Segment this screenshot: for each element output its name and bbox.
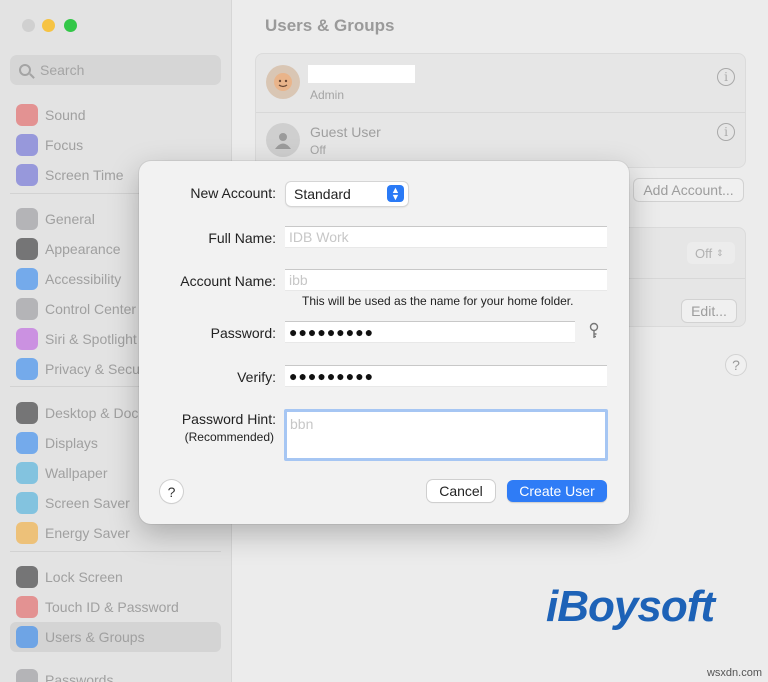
- password-value: ●●●●●●●●●: [289, 324, 375, 340]
- account-type-popup[interactable]: Standard ▲ ▼: [286, 182, 408, 206]
- sidebar-item-label: Touch ID & Password: [45, 599, 179, 615]
- sidebar-item-label: Passwords: [45, 672, 114, 682]
- siri-icon: [16, 328, 38, 350]
- focus-icon: [16, 134, 38, 156]
- password-hint-label: Password Hint:: [181, 411, 276, 427]
- password-label: Password:: [210, 325, 276, 341]
- sidebar-item-label: Desktop & Dock: [45, 405, 146, 421]
- sidebar-item-users-groups[interactable]: Users & Groups: [10, 622, 221, 652]
- account-name-placeholder: ibb: [289, 272, 308, 288]
- sidebar-item-label: General: [45, 211, 95, 227]
- account-name-field[interactable]: ibb: [285, 269, 607, 291]
- new-account-label: New Account:: [190, 185, 276, 201]
- full-name-field[interactable]: IDB Work: [285, 226, 607, 248]
- dialog-help-button[interactable]: ?: [160, 480, 183, 503]
- sidebar-item-label: Sound: [45, 107, 86, 123]
- popup-arrows-icon: ▲ ▼: [387, 185, 404, 202]
- minimize-window-button[interactable]: [42, 19, 55, 32]
- guest-user-name: Guest User: [310, 124, 381, 140]
- accessibility-icon: [16, 268, 38, 290]
- sidebar-item-label: Lock Screen: [45, 569, 123, 585]
- screen-time-icon: [16, 164, 38, 186]
- password-field[interactable]: ●●●●●●●●●: [285, 321, 575, 343]
- add-account-button[interactable]: Add Account...: [633, 178, 744, 202]
- account-type-value: Standard: [294, 186, 351, 202]
- sidebar-item-focus[interactable]: Focus: [10, 130, 221, 160]
- auto-login-popup[interactable]: Off ⇕: [687, 242, 735, 264]
- sidebar-item-passwords[interactable]: Passwords: [10, 665, 221, 682]
- sidebar-item-label: Displays: [45, 435, 98, 451]
- iboysoft-logo: iBoysoft: [546, 582, 715, 631]
- general-icon: [16, 208, 38, 230]
- full-name-label: Full Name:: [208, 230, 276, 246]
- sidebar-item-sound[interactable]: Sound: [10, 100, 221, 130]
- system-settings-window: Search Sound Focus Screen Time General Appea…: [0, 0, 768, 682]
- account-name-note: This will be used as the name for your h…: [302, 294, 574, 308]
- admin-avatar: [266, 65, 300, 99]
- memoji-icon: [274, 73, 292, 91]
- admin-role: Admin: [310, 88, 345, 102]
- sidebar-item-label: Screen Time: [45, 167, 124, 183]
- person-icon: [275, 133, 291, 149]
- screen-saver-icon: [16, 492, 38, 514]
- verify-value: ●●●●●●●●●: [289, 368, 375, 384]
- desktop-dock-icon: [16, 402, 38, 424]
- divider: [256, 112, 745, 113]
- guest-user-status: Off: [310, 143, 326, 157]
- energy-saver-icon: [16, 522, 38, 544]
- appearance-icon: [16, 238, 38, 260]
- page-title: Users & Groups: [265, 16, 395, 35]
- cancel-button[interactable]: Cancel: [427, 480, 495, 502]
- sidebar-item-label: Wallpaper: [45, 465, 108, 481]
- sidebar-item-label: Users & Groups: [45, 629, 145, 645]
- sidebar-item-lock-screen[interactable]: Lock Screen: [10, 562, 221, 592]
- verify-label: Verify:: [237, 369, 276, 385]
- lock-screen-icon: [16, 566, 38, 588]
- users-groups-icon: [16, 626, 38, 648]
- password-hint-field[interactable]: bbn: [284, 409, 608, 461]
- watermark-text: wsxdn.com: [706, 667, 762, 679]
- sidebar-item-label: Siri & Spotlight: [45, 331, 137, 347]
- password-hint-sublabel: (Recommended): [184, 430, 274, 444]
- redacted-username: [308, 65, 415, 83]
- sidebar-item-label: Screen Saver: [45, 495, 130, 511]
- help-button[interactable]: ?: [725, 354, 747, 376]
- sidebar-item-label: Energy Saver: [45, 525, 130, 541]
- new-account-dialog: New Account: Standard ▲ ▼ Full Name: IDB …: [139, 161, 629, 524]
- verify-field[interactable]: ●●●●●●●●●: [285, 365, 607, 387]
- auto-login-value: Off: [695, 245, 713, 261]
- updown-icon: ⇕: [716, 247, 724, 258]
- displays-icon: [16, 432, 38, 454]
- sidebar-item-label: Appearance: [45, 241, 121, 257]
- wallpaper-icon: [16, 462, 38, 484]
- passwords-icon: [16, 669, 38, 682]
- guest-avatar: [266, 123, 300, 157]
- key-icon[interactable]: [586, 322, 602, 340]
- search-field[interactable]: Search: [10, 55, 221, 85]
- full-name-placeholder: IDB Work: [289, 229, 349, 245]
- privacy-icon: [16, 358, 38, 380]
- create-user-button[interactable]: Create User: [507, 480, 607, 502]
- sidebar-separator: [10, 551, 221, 552]
- zoom-window-button[interactable]: [64, 19, 77, 32]
- close-window-button[interactable]: [22, 19, 35, 32]
- search-icon: [19, 64, 31, 76]
- password-hint-placeholder: bbn: [290, 416, 314, 432]
- sound-icon: [16, 104, 38, 126]
- control-center-icon: [16, 298, 38, 320]
- admin-info-icon[interactable]: i: [717, 68, 735, 86]
- sidebar-item-label: Focus: [45, 137, 84, 153]
- sidebar-item-label: Control Center: [45, 301, 137, 317]
- search-placeholder: Search: [40, 62, 85, 78]
- edit-button[interactable]: Edit...: [681, 299, 737, 323]
- users-list-panel: Admin i Guest User Off i: [255, 53, 746, 168]
- sidebar-item-label: Accessibility: [45, 271, 122, 287]
- account-name-label: Account Name:: [180, 273, 276, 289]
- guest-info-icon[interactable]: i: [717, 123, 735, 141]
- sidebar-item-touch-id[interactable]: Touch ID & Password: [10, 592, 221, 622]
- touch-id-icon: [16, 596, 38, 618]
